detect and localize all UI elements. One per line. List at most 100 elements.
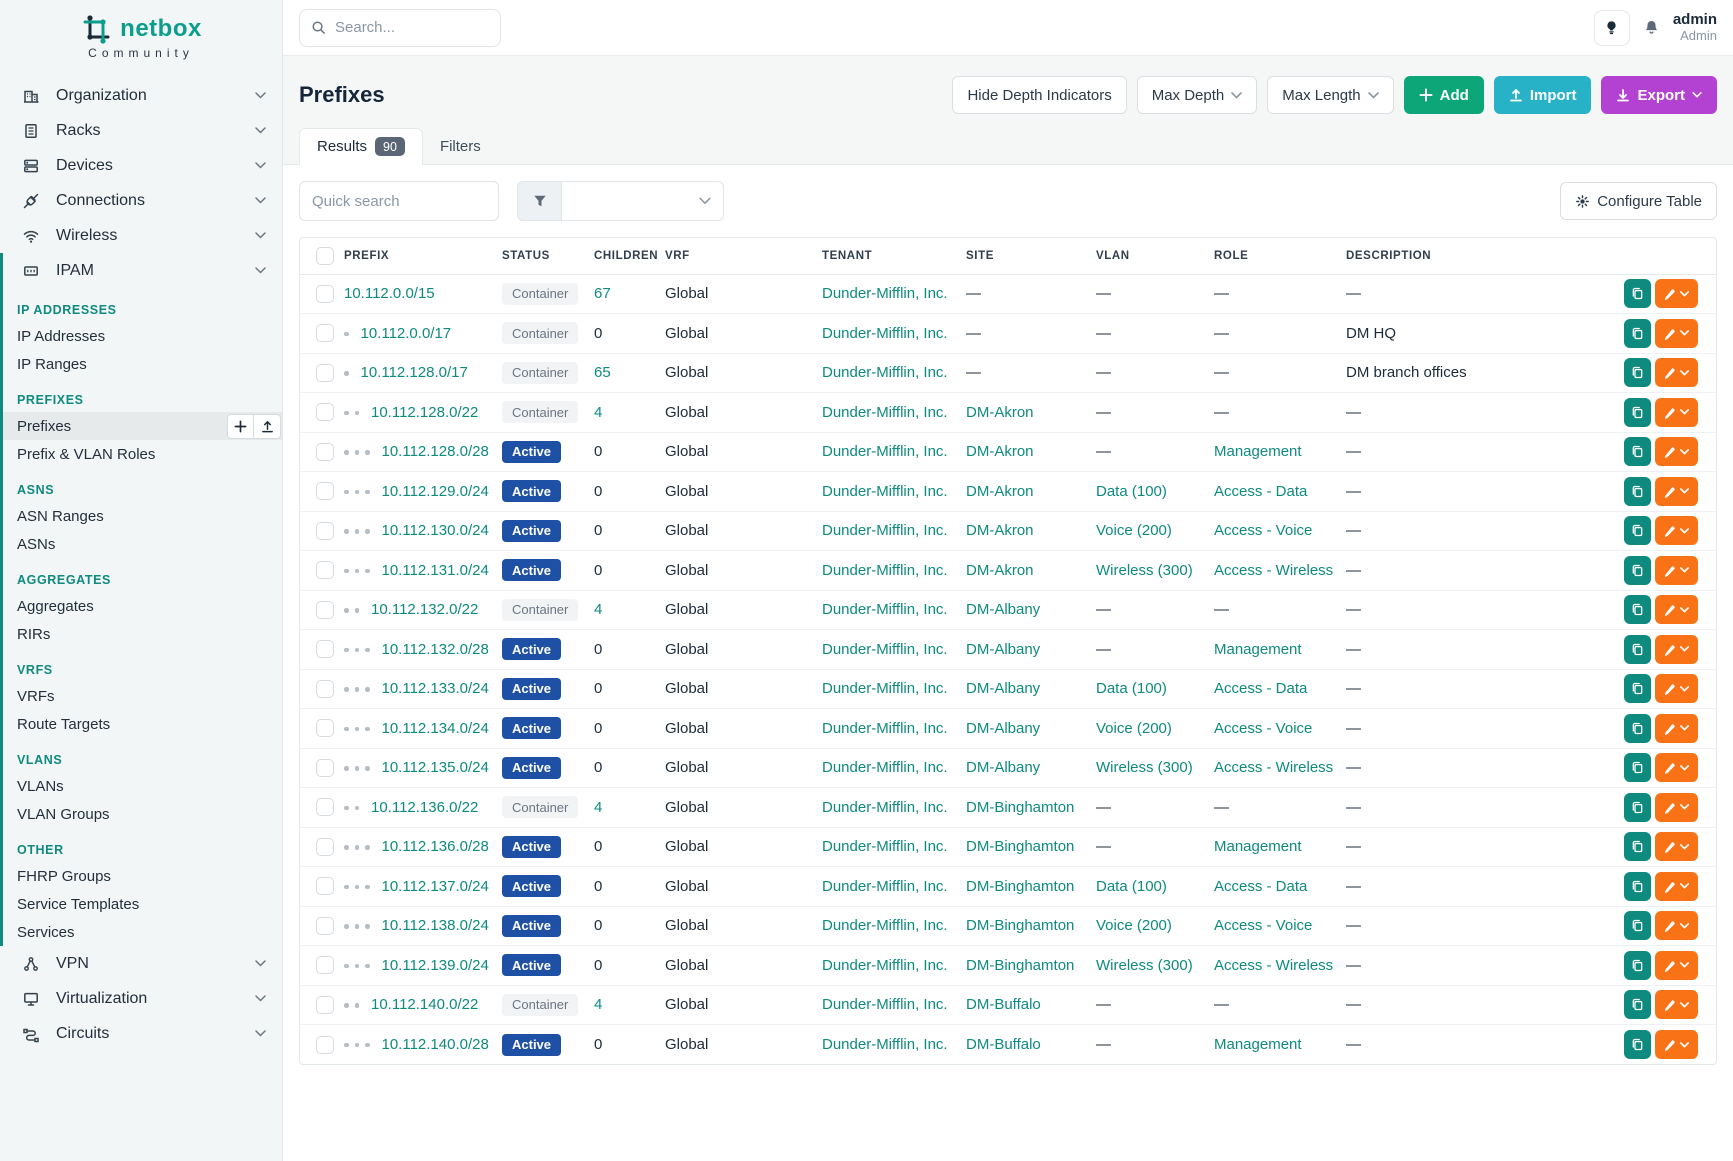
sidebar-item-asn-ranges[interactable]: ASN Ranges [3,502,282,530]
prefix-link[interactable]: 10.112.133.0/24 [382,680,489,697]
clone-button[interactable] [1624,753,1651,782]
role-link[interactable]: Access - Data [1214,483,1307,500]
clone-button[interactable] [1624,358,1651,387]
vlan-link[interactable]: Data (100) [1096,878,1167,895]
sidebar-item-devices[interactable]: Devices [0,148,282,183]
clone-button[interactable] [1624,437,1651,466]
edit-button[interactable] [1655,477,1698,506]
tenant-link[interactable]: Dunder-Mifflin, Inc. [822,443,948,460]
tab-results[interactable]: Results 90 [299,128,423,165]
site-link[interactable]: DM-Albany [966,641,1040,658]
role-link[interactable]: Access - Wireless [1214,562,1333,579]
site-link[interactable]: DM-Albany [966,601,1040,618]
clone-button[interactable] [1624,516,1651,545]
clone-button[interactable] [1624,832,1651,861]
tenant-link[interactable]: Dunder-Mifflin, Inc. [822,759,948,776]
row-checkbox[interactable] [316,640,334,658]
edit-button[interactable] [1655,951,1698,980]
clone-button[interactable] [1624,872,1651,901]
tenant-link[interactable]: Dunder-Mifflin, Inc. [822,522,948,539]
role-link[interactable]: Access - Data [1214,878,1307,895]
sidebar-item-vlan-groups[interactable]: VLAN Groups [3,800,282,828]
export-button[interactable]: Export [1601,76,1717,114]
role-link[interactable]: Access - Voice [1214,917,1312,934]
vlan-link[interactable]: Voice (200) [1096,522,1172,539]
site-link[interactable]: DM-Albany [966,720,1040,737]
clone-button[interactable] [1624,319,1651,348]
edit-button[interactable] [1655,516,1698,545]
row-checkbox[interactable] [316,1036,334,1054]
tenant-link[interactable]: Dunder-Mifflin, Inc. [822,996,948,1013]
row-checkbox[interactable] [316,285,334,303]
prefix-link[interactable]: 10.112.135.0/24 [382,759,489,776]
sidebar-item-ip-addresses[interactable]: IP Addresses [3,322,282,350]
edit-button[interactable] [1655,556,1698,585]
bell-icon[interactable] [1642,18,1661,37]
theme-toggle-button[interactable] [1594,10,1630,46]
children-link[interactable]: 4 [594,799,602,816]
quick-add-button[interactable] [227,414,254,439]
edit-button[interactable] [1655,674,1698,703]
prefix-link[interactable]: 10.112.131.0/24 [382,562,489,579]
row-checkbox[interactable] [316,522,334,540]
site-link[interactable]: DM-Albany [966,759,1040,776]
row-checkbox[interactable] [316,403,334,421]
saved-filter-select[interactable] [562,181,724,221]
row-checkbox[interactable] [316,482,334,500]
sidebar-item-asns[interactable]: ASNs [3,530,282,558]
row-checkbox[interactable] [316,324,334,342]
max-length-dropdown[interactable]: Max Length [1267,76,1393,114]
clone-button[interactable] [1624,635,1651,664]
row-checkbox[interactable] [316,956,334,974]
row-checkbox[interactable] [316,443,334,461]
site-link[interactable]: DM-Akron [966,483,1034,500]
clone-button[interactable] [1624,279,1651,308]
edit-button[interactable] [1655,437,1698,466]
edit-button[interactable] [1655,793,1698,822]
site-link[interactable]: DM-Albany [966,680,1040,697]
prefix-link[interactable]: 10.112.0.0/15 [344,285,435,302]
configure-table-button[interactable]: Configure Table [1560,182,1717,220]
site-link[interactable]: DM-Akron [966,522,1034,539]
clone-button[interactable] [1624,398,1651,427]
tenant-link[interactable]: Dunder-Mifflin, Inc. [822,680,948,697]
role-link[interactable]: Management [1214,443,1302,460]
clone-button[interactable] [1624,911,1651,940]
tenant-link[interactable]: Dunder-Mifflin, Inc. [822,799,948,816]
tenant-link[interactable]: Dunder-Mifflin, Inc. [822,720,948,737]
prefix-link[interactable]: 10.112.139.0/24 [382,957,489,974]
role-link[interactable]: Management [1214,838,1302,855]
role-link[interactable]: Access - Wireless [1214,759,1333,776]
quick-import-button[interactable] [254,414,281,439]
row-checkbox[interactable] [316,601,334,619]
max-depth-dropdown[interactable]: Max Depth [1137,76,1258,114]
prefix-link[interactable]: 10.112.132.0/28 [382,641,489,658]
edit-button[interactable] [1655,714,1698,743]
row-checkbox[interactable] [316,798,334,816]
clone-button[interactable] [1624,556,1651,585]
site-link[interactable]: DM-Akron [966,404,1034,421]
clone-button[interactable] [1624,951,1651,980]
sidebar-item-aggregates[interactable]: Aggregates [3,592,282,620]
user-menu[interactable]: admin Admin [1673,11,1717,43]
row-checkbox[interactable] [316,996,334,1014]
prefix-link[interactable]: 10.112.132.0/22 [371,601,478,618]
prefix-link[interactable]: 10.112.140.0/28 [382,1036,489,1053]
tenant-link[interactable]: Dunder-Mifflin, Inc. [822,957,948,974]
clone-button[interactable] [1624,793,1651,822]
site-link[interactable]: DM-Akron [966,443,1034,460]
tenant-link[interactable]: Dunder-Mifflin, Inc. [822,1036,948,1053]
tab-filters[interactable]: Filters [423,128,498,165]
role-link[interactable]: Access - Voice [1214,720,1312,737]
row-checkbox[interactable] [316,680,334,698]
edit-button[interactable] [1655,872,1698,901]
clone-button[interactable] [1624,674,1651,703]
tenant-link[interactable]: Dunder-Mifflin, Inc. [822,917,948,934]
tenant-link[interactable]: Dunder-Mifflin, Inc. [822,838,948,855]
filter-button[interactable] [517,181,562,221]
clone-button[interactable] [1624,1030,1651,1059]
role-link[interactable]: Access - Data [1214,680,1307,697]
row-checkbox[interactable] [316,364,334,382]
sidebar-item-organization[interactable]: Organization [0,78,282,113]
sidebar-item-connections[interactable]: Connections [0,183,282,218]
